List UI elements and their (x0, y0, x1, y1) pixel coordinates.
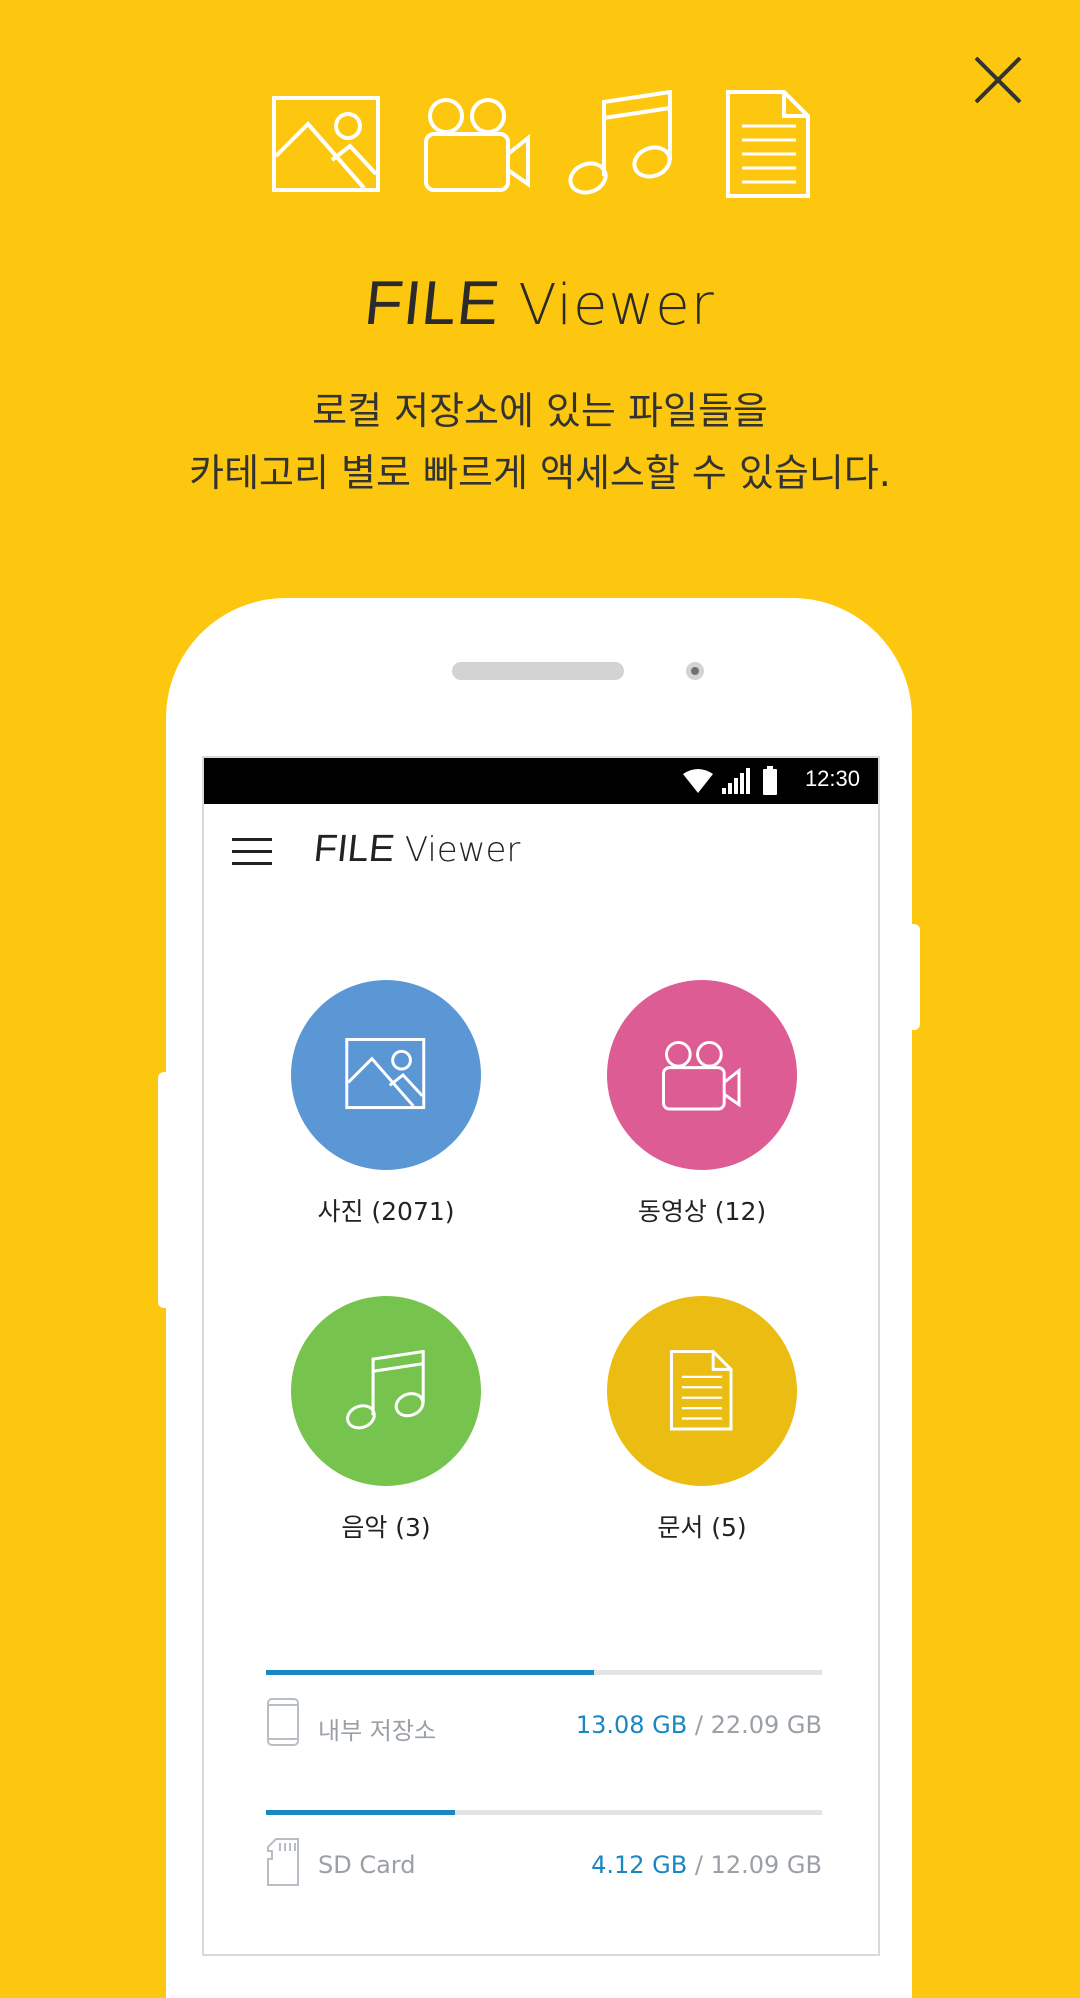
storage-amount: 4.12 GB / 12.09 GB (591, 1851, 822, 1879)
hamburger-icon (232, 838, 272, 841)
storage-row: 내부 저장소 13.08 GB / 22.09 GB (266, 1697, 822, 1767)
storage-progress-bar (266, 1810, 822, 1815)
battery-icon (763, 766, 777, 795)
phone-speaker (452, 662, 624, 680)
brand-part1: FILE (361, 269, 504, 338)
app-bar: FILE Viewer (204, 804, 878, 908)
music-note-icon (346, 1350, 425, 1430)
video-camera-icon (662, 1040, 741, 1111)
app-title-part2: Viewer (404, 830, 521, 870)
menu-button[interactable] (232, 838, 272, 870)
storage-total: / 22.09 GB (687, 1711, 822, 1739)
category-circle (607, 980, 797, 1170)
description-line1: 로컬 저장소에 있는 파일들을 (312, 389, 768, 433)
storage-sd-card[interactable]: SD Card 4.12 GB / 12.09 GB (266, 1810, 822, 1907)
app-title: FILE Viewer (311, 828, 521, 871)
image-icon (345, 1038, 426, 1110)
storage-name: 내부 저장소 (318, 1717, 437, 1745)
brand-logo: FILE Viewer (0, 268, 1080, 339)
category-circle (607, 1296, 797, 1486)
storage-progress-fill (266, 1670, 595, 1675)
sd-card-icon (267, 1838, 299, 1886)
wifi-icon (683, 769, 713, 793)
top-icons-row (0, 88, 1080, 208)
category-label: 음악 (3) (341, 1513, 431, 1542)
phone-screen: 12:30 FILE Viewer 사진 (2071) 동영상 (12) 음악 … (202, 756, 880, 1956)
storage-progress-bar (266, 1670, 822, 1675)
storage-row: SD Card 4.12 GB / 12.09 GB (266, 1837, 822, 1907)
status-time: 12:30 (804, 766, 860, 791)
phone-icon (267, 1698, 299, 1746)
category-circle (291, 980, 481, 1170)
image-icon (272, 96, 380, 192)
storage-internal[interactable]: 내부 저장소 13.08 GB / 22.09 GB (266, 1670, 822, 1767)
storage-total: / 12.09 GB (687, 1851, 822, 1879)
category-circle (291, 1296, 481, 1486)
category-videos[interactable]: 동영상 (12) (572, 980, 832, 1228)
description: 로컬 저장소에 있는 파일들을 카테고리 별로 빠르게 액세스할 수 있습니다. (0, 380, 1080, 504)
category-photos[interactable]: 사진 (2071) (256, 980, 516, 1228)
app-title-part1: FILE (311, 828, 397, 870)
storage-used: 4.12 GB (591, 1851, 688, 1879)
phone-camera (686, 662, 704, 680)
category-label: 문서 (5) (657, 1513, 747, 1542)
storage-name: SD Card (318, 1851, 416, 1879)
storage-amount: 13.08 GB / 22.09 GB (576, 1711, 822, 1739)
storage-used: 13.08 GB (575, 1711, 688, 1739)
description-line2: 카테고리 별로 빠르게 액세스할 수 있습니다. (189, 451, 891, 495)
music-note-icon (568, 90, 672, 195)
video-camera-icon (424, 98, 530, 192)
category-music[interactable]: 음악 (3) (256, 1296, 516, 1544)
document-icon (726, 90, 810, 198)
signal-icon (722, 768, 750, 794)
storage-progress-fill (266, 1810, 456, 1815)
category-label: 동영상 (12) (637, 1197, 767, 1226)
category-label: 사진 (2071) (317, 1197, 455, 1226)
status-bar: 12:30 (204, 758, 878, 804)
brand-part2: Viewer (518, 273, 715, 338)
document-icon (670, 1350, 733, 1431)
category-documents[interactable]: 문서 (5) (572, 1296, 832, 1544)
